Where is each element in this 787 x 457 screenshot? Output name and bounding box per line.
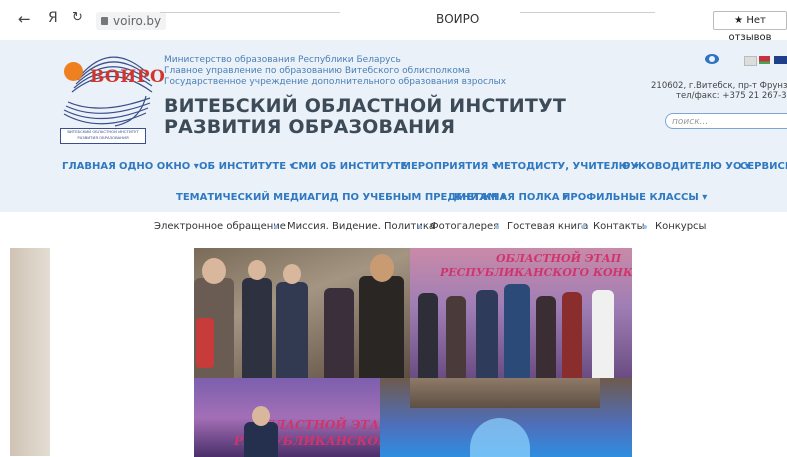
reload-icon[interactable]: ↻ (72, 10, 83, 25)
separator-dot (643, 225, 647, 229)
person-head (248, 260, 266, 280)
person-figure (536, 296, 556, 378)
address-line: 210602, г.Витебск, пр-т Фрунзе, 2 (651, 81, 787, 91)
person-figure (476, 290, 498, 378)
gallery-photo[interactable]: ОБЛАСТНОЙ ЭТАП РЕСПУБЛИКАНСКОГО КОНКУРСА (194, 378, 380, 457)
ministry-info: Министерство образования Республики Бела… (164, 55, 506, 88)
person-figure (276, 282, 308, 378)
person-figure (242, 278, 272, 378)
menu-item-one-window[interactable]: ОДНО ОКНО ▾ (119, 161, 199, 172)
gallery-photo[interactable]: ОБЛАСТНОЙ ЭТАП РЕСПУБЛИКАНСКОГО КОНКУРСА (410, 248, 632, 378)
menu-item-profile-classes[interactable]: ПРОФИЛЬНЫЕ КЛАССЫ ▾ (562, 192, 707, 203)
person-head (283, 264, 301, 284)
person-figure (359, 276, 404, 378)
separator-dot (495, 225, 499, 229)
link-mission[interactable]: Миссия. Видение. Политика (287, 221, 435, 232)
prop-object (196, 318, 214, 368)
person-head (370, 254, 394, 282)
gallery-photo[interactable] (194, 248, 410, 378)
link-gallery[interactable]: Фотогалерея (430, 221, 499, 232)
person-figure (592, 290, 614, 378)
menu-item-services[interactable]: СЕРВИСЫ (740, 161, 787, 172)
ministry-line: Министерство образования Республики Бела… (164, 55, 401, 65)
lock-icon (101, 16, 108, 25)
title-line: РАЗВИТИЯ ОБРАЗОВАНИЯ (164, 116, 456, 138)
menu-item-home[interactable]: ГЛАВНАЯ (62, 161, 116, 172)
logo-text: ВОИРО (90, 67, 166, 87)
logo-caption: ВИТЕБСКИЙ ОБЛАСТНОЙ ИНСТИТУТ РАЗВИТИЯ ОБ… (60, 128, 146, 144)
separator-dot (274, 225, 278, 229)
uk-flag-icon[interactable] (774, 56, 787, 64)
url-text: voiro.by (113, 14, 162, 28)
menu-item-about[interactable]: ОБ ИНСТИТУТЕ ▾ (199, 161, 295, 172)
reviews-button[interactable]: ★ Нет отзывов (713, 11, 787, 43)
link-e-appeal[interactable]: Электронное обращение (154, 221, 286, 232)
back-arrow-icon[interactable]: ← (18, 10, 31, 28)
logo-sun-icon (64, 62, 83, 81)
contact-address: 210602, г.Витебск, пр-т Фрунзе, 2 тел/фа… (651, 81, 787, 101)
page-tab-title: ВОИРО (436, 12, 480, 26)
banner-caption: РЕСПУБЛИКАНСКОГО КОНКУРСА (440, 266, 632, 279)
menu-item-head[interactable]: РУКОВОДИТЕЛЮ УО ▾ (623, 161, 750, 172)
ministry-line: Государственное учреждение дополнительно… (164, 77, 507, 87)
address-bar[interactable]: voiro.by (96, 12, 167, 30)
page-title: ВИТЕБСКИЙ ОБЛАСТНОЙ ИНСТИТУТ РАЗВИТИЯ ОБ… (164, 96, 566, 138)
person-figure (244, 422, 278, 457)
secondary-menu: ТЕМАТИЧЕСКИЙ МЕДИАГИД ПО УЧЕБНЫМ ПРЕДМЕТ… (0, 184, 787, 212)
title-line: ВИТЕБСКИЙ ОБЛАСТНОЙ ИНСТИТУТ (164, 95, 567, 117)
flag-icon[interactable] (744, 56, 757, 66)
person-head (202, 258, 226, 284)
yandex-icon[interactable]: Я (48, 10, 58, 26)
search-input[interactable]: поиск... (665, 113, 787, 129)
person-figure (418, 293, 438, 378)
link-contacts[interactable]: Контакты (593, 221, 644, 232)
link-bar: Электронное обращение Миссия. Видение. П… (0, 212, 787, 240)
person-figure (562, 292, 582, 378)
person-figure (324, 288, 354, 378)
menu-item-media[interactable]: СМИ ОБ ИНСТИТУТЕ (291, 161, 407, 172)
eye-pupil (709, 56, 715, 62)
banner-caption: ОБЛАСТНОЙ ЭТАП (496, 252, 622, 265)
phone-line: тел/факс: +375 21 267-33-6 (676, 91, 787, 101)
separator-dot (581, 225, 585, 229)
separator-dot (418, 225, 422, 229)
person-figure (504, 284, 530, 378)
person-head (252, 406, 270, 426)
divider (520, 12, 655, 13)
gallery-photo[interactable] (380, 378, 632, 457)
link-contests[interactable]: Конкурсы (655, 221, 706, 232)
person-figure (446, 296, 466, 378)
side-banner-image[interactable] (10, 248, 50, 456)
belarus-flag-icon[interactable] (759, 56, 770, 64)
menu-item-bookshelf[interactable]: КНИЖНАЯ ПОЛКА ▾ (454, 192, 568, 203)
menu-item-events[interactable]: МЕРОПРИЯТИЯ ▾ (401, 161, 497, 172)
divider (160, 12, 340, 13)
stage-light (470, 418, 530, 457)
ministry-line: Главное управление по образованию Витебс… (164, 66, 471, 76)
menu-item-methodist[interactable]: МЕТОДИСТУ, УЧИТЕЛЮ ▾ (494, 161, 639, 172)
browser-toolbar: ← Я ↻ voiro.by ВОИРО ★ Нет отзывов (0, 0, 787, 43)
link-guestbook[interactable]: Гостевая книга (507, 221, 588, 232)
main-menu: ГЛАВНАЯ ОДНО ОКНО ▾ ОБ ИНСТИТУТЕ ▾ СМИ О… (0, 148, 787, 184)
stage-curtain (410, 378, 600, 408)
